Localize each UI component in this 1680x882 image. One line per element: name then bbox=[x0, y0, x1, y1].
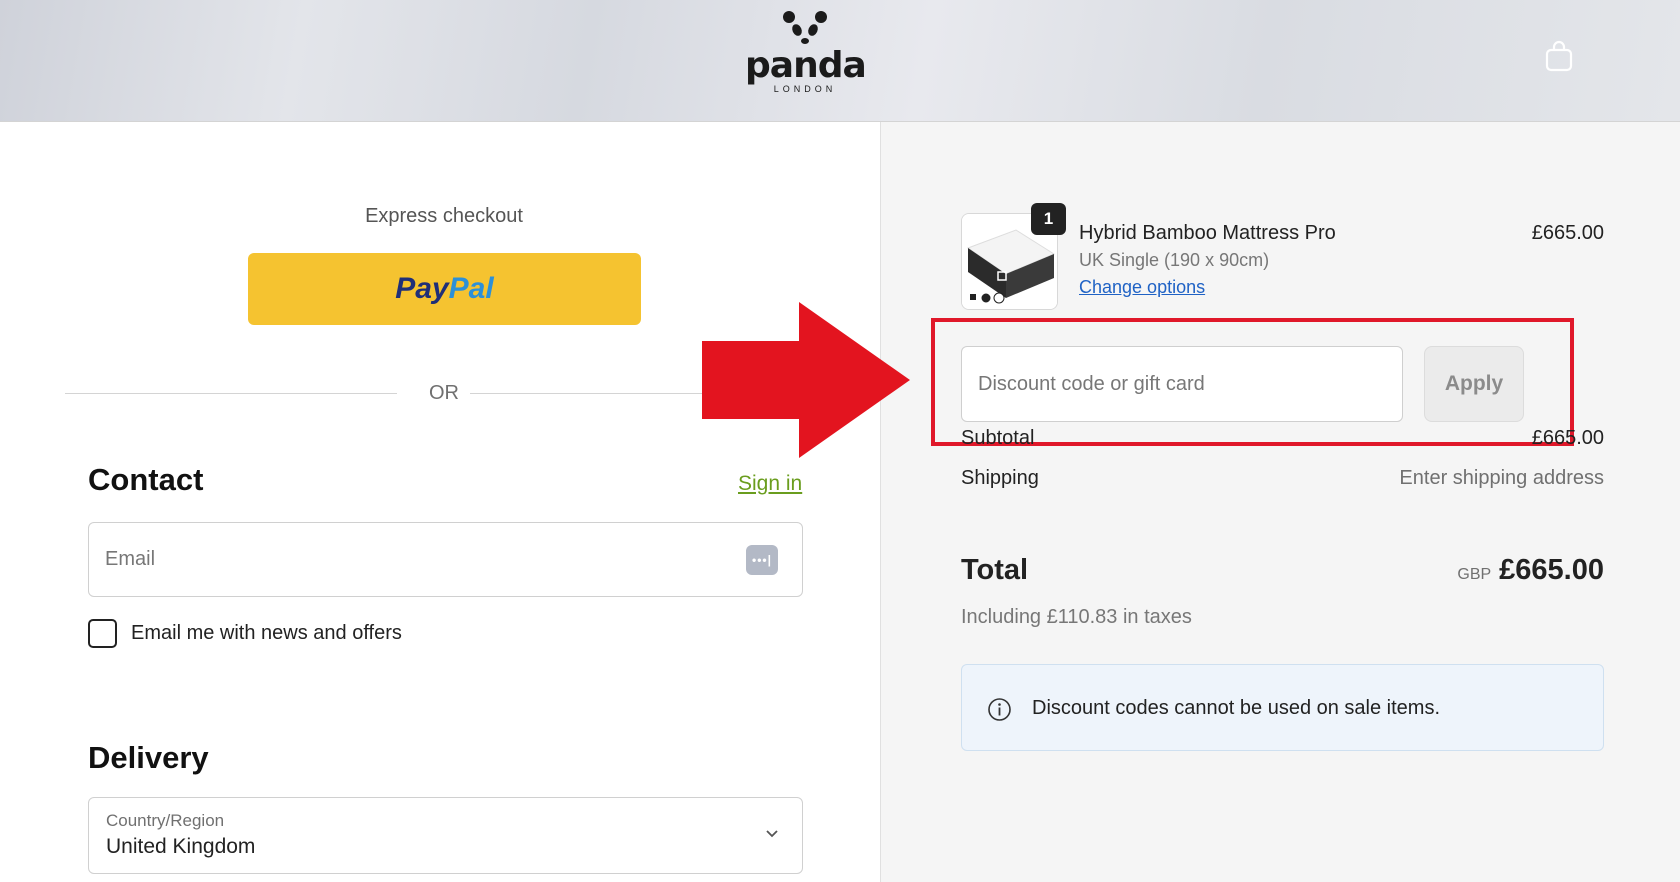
product-price: £665.00 bbox=[1531, 222, 1604, 244]
checkout-form-column: Express checkout Pay Pal OR Contact Sign … bbox=[0, 122, 880, 882]
password-manager-icon[interactable]: •••| bbox=[746, 545, 778, 575]
paypal-logo-part2: Pal bbox=[448, 272, 494, 305]
chevron-down-icon bbox=[766, 830, 778, 838]
total-amount: £665.00 bbox=[1499, 554, 1604, 586]
product-variant: UK Single (190 x 90cm) bbox=[1079, 250, 1270, 270]
country-value: United Kingdom bbox=[106, 835, 256, 858]
apply-discount-button[interactable]: Apply bbox=[1424, 346, 1524, 422]
country-label: Country/Region bbox=[106, 811, 225, 830]
order-summary-column: 1 Hybrid Bamboo Mattress Pro UK Single (… bbox=[880, 122, 1680, 882]
delivery-heading: Delivery bbox=[88, 740, 209, 775]
shopping-bag-icon[interactable] bbox=[1545, 40, 1573, 72]
divider-left bbox=[65, 393, 397, 394]
panda-logo[interactable]: panda LONDON bbox=[745, 10, 867, 102]
shipping-label: Shipping bbox=[961, 467, 1039, 489]
paypal-button[interactable]: Pay Pal bbox=[248, 253, 641, 325]
total-currency: GBP bbox=[1457, 566, 1492, 583]
discount-code-field[interactable] bbox=[961, 346, 1403, 422]
logo-wordmark: panda bbox=[745, 45, 867, 86]
quantity-badge: 1 bbox=[1031, 203, 1066, 235]
paypal-logo-part1: Pay bbox=[395, 272, 449, 305]
discount-code-input[interactable] bbox=[962, 347, 1402, 421]
subtotal-label: Subtotal bbox=[961, 427, 1035, 449]
taxes-note: Including £110.83 in taxes bbox=[961, 606, 1192, 628]
change-options-link[interactable]: Change options bbox=[1079, 277, 1205, 298]
total-amount-group: GBP £665.00 bbox=[1304, 554, 1604, 587]
total-label: Total bbox=[961, 554, 1029, 586]
newsletter-checkbox[interactable] bbox=[88, 619, 117, 648]
info-icon bbox=[988, 698, 1011, 721]
red-arrow-annotation bbox=[702, 302, 910, 458]
subtotal-value: £665.00 bbox=[1531, 427, 1604, 449]
product-title: Hybrid Bamboo Mattress Pro bbox=[1079, 222, 1336, 244]
sign-in-link[interactable]: Sign in bbox=[738, 472, 802, 496]
divider-right bbox=[470, 393, 730, 394]
email-field[interactable]: •••| bbox=[88, 522, 803, 597]
site-header: panda LONDON bbox=[0, 0, 1680, 122]
email-input[interactable] bbox=[89, 523, 689, 596]
contact-heading: Contact bbox=[88, 462, 204, 497]
discount-notice-banner: Discount codes cannot be used on sale it… bbox=[961, 664, 1604, 751]
panda-face-icon bbox=[783, 11, 827, 44]
country-select[interactable]: Country/Region United Kingdom bbox=[88, 797, 803, 874]
notice-text: Discount codes cannot be used on sale it… bbox=[1032, 697, 1441, 719]
shipping-value: Enter shipping address bbox=[1399, 467, 1604, 489]
newsletter-label[interactable]: Email me with news and offers bbox=[131, 622, 402, 645]
express-checkout-label: Express checkout bbox=[365, 205, 523, 227]
